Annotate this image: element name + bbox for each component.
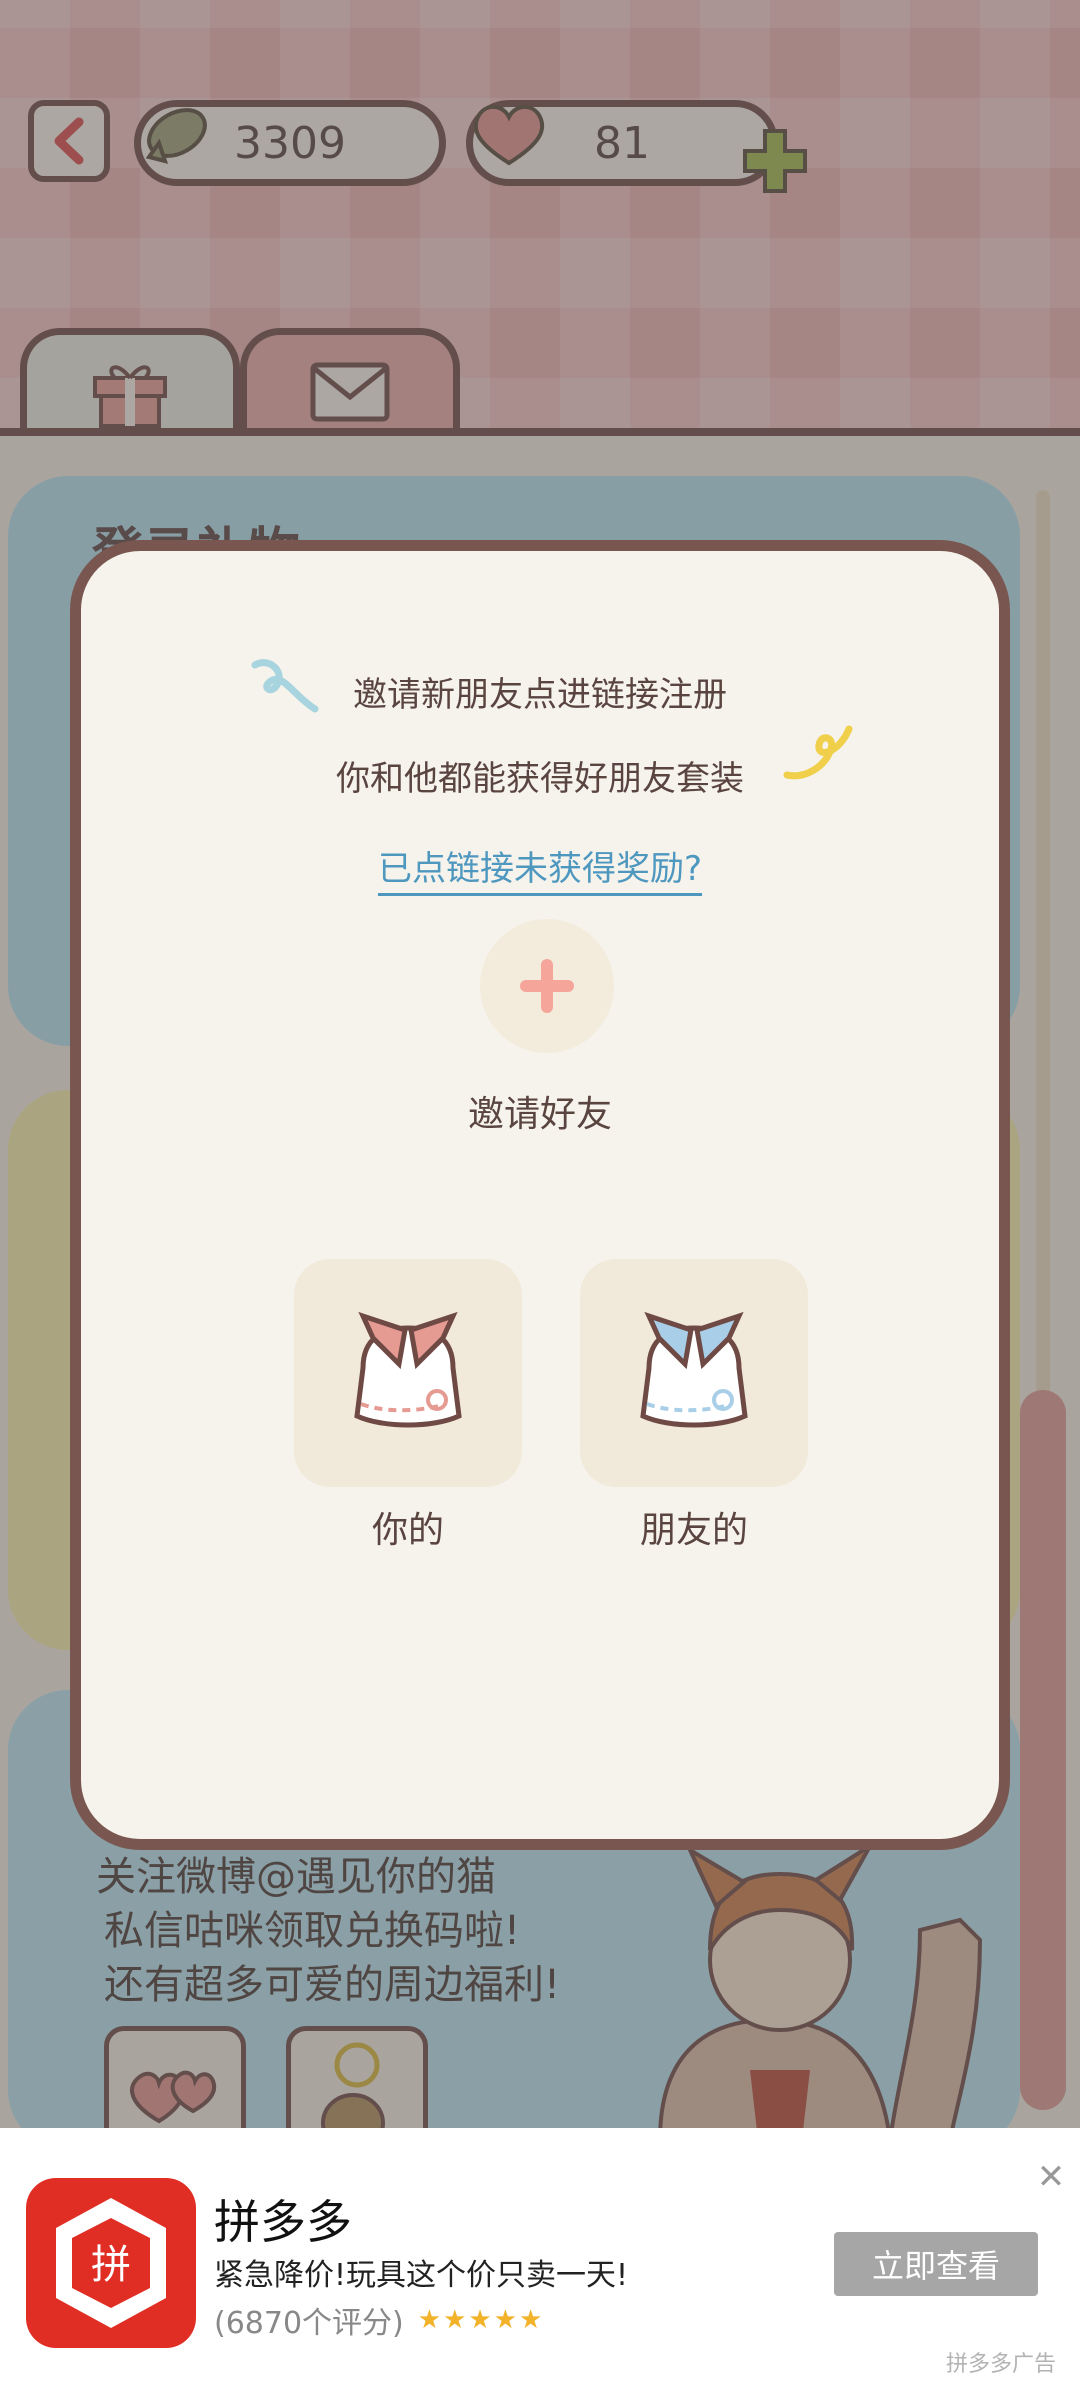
rating-count: (6870个评分): [214, 2306, 404, 2341]
star-rating-icon: ★★★★★: [417, 2305, 545, 2335]
ad-app-name[interactable]: 拼多多: [214, 2186, 352, 2252]
reward-friend: [580, 1259, 808, 1487]
view-now-button[interactable]: 立即查看: [834, 2232, 1038, 2296]
pinduoduo-logo-icon: 拼: [56, 2198, 166, 2328]
svg-text:拼: 拼: [91, 2242, 131, 2288]
blue-outfit-icon: [640, 1311, 748, 1428]
reward-help-link-wrap: 已点链接未获得奖励?: [81, 841, 999, 896]
reward-yours: [294, 1259, 522, 1487]
invite-friend-button[interactable]: [480, 919, 614, 1053]
invite-dialog: 邀请新朋友点进链接注册 你和他都能获得好朋友套装 已点链接未获得奖励? 邀请好友…: [70, 540, 1010, 1850]
plus-icon: [520, 959, 574, 1013]
reward-friend-label: 朋友的: [639, 1510, 748, 1551]
invite-friend-label: 邀请好友: [467, 1094, 612, 1135]
ad-rating: (6870个评分) ★★★★★: [214, 2298, 544, 2342]
ad-description: 紧急降价!玩具这个价只卖一天!: [214, 2258, 629, 2293]
close-icon[interactable]: ✕: [1036, 2160, 1066, 2194]
pink-outfit-icon: [354, 1311, 462, 1428]
reward-help-link[interactable]: 已点链接未获得奖励?: [377, 849, 703, 896]
ad-source-label: 拼多多广告: [946, 2352, 1057, 2377]
invite-instruction-line1: 邀请新朋友点进链接注册: [353, 675, 727, 715]
ad-banner[interactable]: 拼 拼多多 紧急降价!玩具这个价只卖一天! (6870个评分) ★★★★★ 立即…: [0, 2128, 1080, 2400]
pinduoduo-logo[interactable]: 拼: [26, 2178, 196, 2348]
reward-yours-label: 你的: [371, 1510, 444, 1551]
invite-instruction-line2: 你和他都能获得好朋友套装: [336, 759, 744, 799]
